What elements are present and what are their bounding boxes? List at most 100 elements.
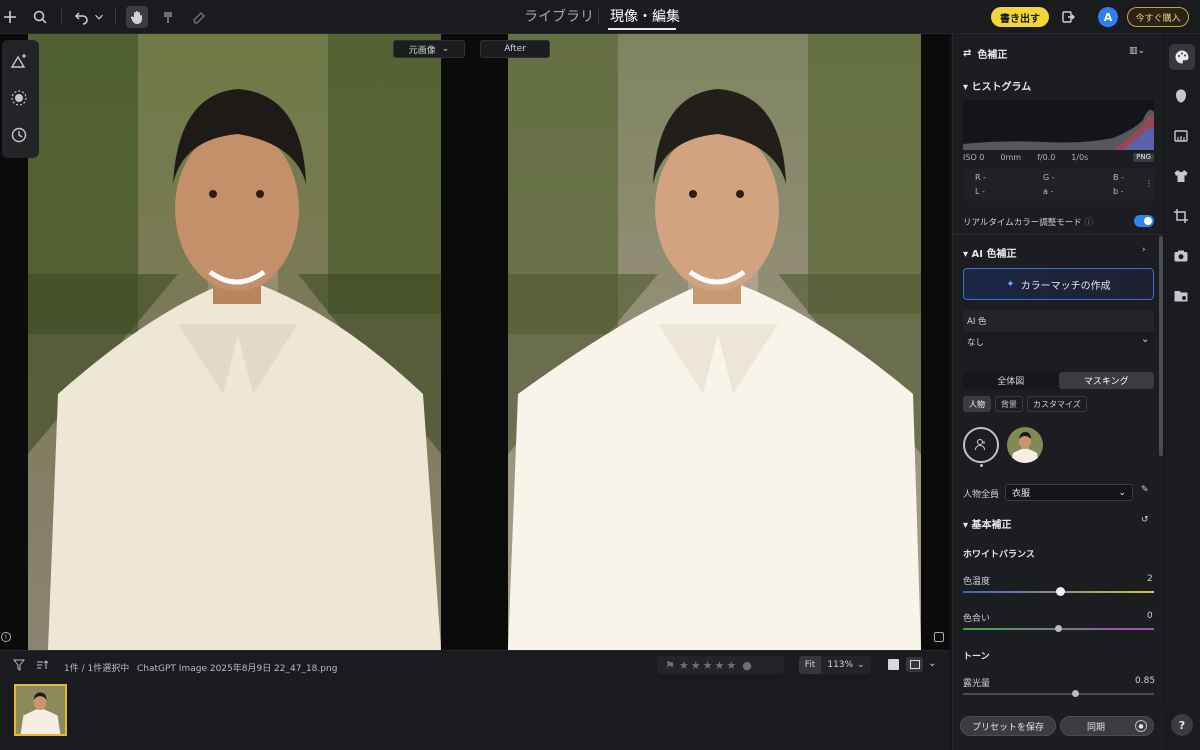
search-icon[interactable] — [30, 7, 50, 27]
panel-layout-icon[interactable]: ▥⌄ — [1129, 46, 1145, 56]
reset-icon[interactable]: ↺ — [1141, 515, 1149, 525]
chip-customize[interactable]: カスタマイズ — [1027, 396, 1087, 412]
ai-retouch-icon[interactable] — [10, 52, 30, 72]
exif-focal: 0mm — [1000, 153, 1022, 162]
tone-title: トーン — [963, 652, 990, 662]
save-preset-button[interactable]: プリセットを保存 — [960, 716, 1056, 736]
adjustment-panel: ⇄ 色補正 ▥⌄ ▾ ヒストグラム ISO 0 0mm f/0.0 1/0s P… — [952, 34, 1164, 750]
ai-color-select[interactable]: AI 色 なし ⌄ — [963, 310, 1154, 352]
tint-slider-knob[interactable] — [1055, 625, 1062, 632]
exif-iso: ISO 0 — [963, 153, 985, 162]
sparkle-filter-icon[interactable] — [10, 89, 30, 109]
ai-color-section-header[interactable]: ▾ AI 色補正 — [963, 245, 1016, 260]
body-shape-icon[interactable] — [1173, 128, 1191, 146]
before-view-selector[interactable]: 元画像 ⌄ — [393, 40, 465, 58]
single-view-icon[interactable] — [888, 659, 899, 670]
mask-edit-icon[interactable]: ✎ — [1141, 485, 1149, 495]
readout-g: G - — [1043, 173, 1055, 182]
right-module-bar — [1164, 34, 1200, 750]
create-color-match-button[interactable]: ✦ カラーマッチの作成 — [963, 268, 1154, 300]
add-icon[interactable] — [0, 7, 20, 27]
crop-icon[interactable] — [1173, 208, 1191, 226]
left-toolbox — [2, 40, 39, 158]
realtime-mode-toggle[interactable] — [1134, 215, 1154, 227]
exposure-slider[interactable] — [963, 690, 1154, 697]
sliders-icon: ⇄ — [963, 48, 972, 59]
sync-settings-icon[interactable]: ● — [1135, 720, 1147, 732]
tint-slider[interactable] — [963, 625, 1154, 632]
chip-background[interactable]: 背景 — [995, 396, 1023, 412]
undo-history-chevron-icon[interactable] — [92, 7, 106, 27]
seg-whole[interactable]: 全体図 — [963, 372, 1059, 389]
person-part-select[interactable]: 衣服 ⌄ — [1005, 484, 1133, 501]
selection-count: 1件 / 1件選択中 — [64, 664, 130, 674]
panel-footer: プリセットを保存 同期 ● — [960, 716, 1154, 736]
exposure-slider-knob[interactable] — [1072, 690, 1080, 697]
before-after-view-icon[interactable] — [906, 657, 923, 672]
basic-section-header[interactable]: ▾ 基本補正 — [963, 516, 1012, 531]
scope-segmented-control[interactable]: 全体図 マスキング — [963, 372, 1154, 389]
histogram-section-header[interactable]: ▾ ヒストグラム — [963, 78, 1031, 93]
chevron-right-icon[interactable]: › — [1142, 245, 1146, 255]
readout-r: R - — [975, 173, 986, 182]
history-icon[interactable] — [10, 126, 30, 146]
create-color-match-label: カラーマッチの作成 — [1020, 280, 1111, 292]
panel-scrollbar[interactable] — [1159, 236, 1163, 456]
buy-now-button[interactable]: 今すぐ購入 — [1127, 7, 1189, 27]
camera-icon[interactable] — [1173, 248, 1191, 266]
filter-icon[interactable] — [12, 659, 26, 674]
collapse-icon: ▾ — [963, 520, 969, 531]
detected-person-avatar[interactable] — [1007, 427, 1043, 463]
zoom-level: 113% — [827, 660, 854, 670]
all-people-icon[interactable] — [963, 427, 999, 463]
after-image — [508, 34, 921, 650]
tab-library[interactable]: ライブラリ — [524, 6, 594, 26]
temperature-value: 2 — [1147, 574, 1153, 584]
basic-title: 基本補正 — [971, 520, 1012, 531]
rating-stars[interactable]: ★★★★★ — [679, 659, 738, 672]
temperature-label: 色温度 — [963, 577, 991, 587]
sort-icon[interactable] — [36, 659, 49, 674]
temperature-slider-knob[interactable] — [1055, 587, 1065, 596]
zoom-level-select[interactable]: 113% ⌄ — [821, 660, 871, 670]
color-palette-icon[interactable] — [1169, 44, 1195, 70]
fit-button[interactable]: Fit — [799, 656, 821, 674]
exif-aperture: f/0.0 — [1037, 153, 1056, 162]
help-circle-icon[interactable]: ⓘ — [1084, 218, 1093, 228]
filmstrip-thumbnail[interactable] — [14, 684, 67, 736]
undo-icon[interactable] — [72, 7, 92, 27]
sparkle-icon: ✦ — [1006, 278, 1015, 290]
rating-bar[interactable]: ⚑ ★★★★★ ● — [657, 656, 784, 674]
collapse-icon: ▾ — [963, 249, 969, 260]
sync-button[interactable]: 同期 ● — [1060, 716, 1154, 736]
info-icon[interactable]: i — [1, 632, 11, 642]
flag-icon[interactable]: ⚑ — [665, 659, 675, 672]
help-button[interactable]: ? — [1171, 714, 1193, 736]
zoom-control[interactable]: Fit 113% ⌄ — [799, 656, 871, 674]
hand-tool-icon[interactable] — [126, 6, 148, 28]
chip-person[interactable]: 人物 — [963, 396, 991, 412]
folder-settings-icon[interactable] — [1173, 288, 1191, 306]
user-avatar[interactable]: A — [1098, 7, 1118, 27]
color-readout: R - G - B - L - a - b - ⋮ — [963, 169, 1154, 201]
color-label-icon[interactable]: ● — [742, 659, 752, 672]
seg-masking[interactable]: マスキング — [1058, 372, 1154, 389]
clothing-icon[interactable] — [1173, 168, 1191, 186]
more-icon[interactable]: ⋮ — [1145, 179, 1153, 188]
view-options-chevron-icon[interactable]: ⌄ — [928, 658, 936, 669]
tab-develop-edit[interactable]: 現像・編集 — [610, 6, 680, 26]
after-view-label[interactable]: After — [480, 40, 550, 58]
file-name: ChatGPT Image 2025年8月9日 22_47_18.png — [137, 664, 338, 674]
face-retouch-icon[interactable] — [1173, 88, 1191, 106]
before-image — [28, 34, 441, 650]
export-button[interactable]: 書き出す — [991, 7, 1049, 27]
share-icon[interactable] — [1058, 7, 1078, 27]
chevron-down-icon: ⌄ — [441, 44, 450, 54]
temperature-slider[interactable] — [963, 587, 1154, 596]
brush-tool-icon[interactable] — [158, 7, 178, 27]
compare-view-icon[interactable] — [934, 632, 944, 642]
active-tab-indicator — [608, 28, 676, 30]
eraser-tool-icon[interactable] — [189, 7, 209, 27]
top-toolbar: ライブラリ 現像・編集 書き出す A 今すぐ購入 — [0, 0, 1200, 34]
histogram — [963, 100, 1154, 150]
